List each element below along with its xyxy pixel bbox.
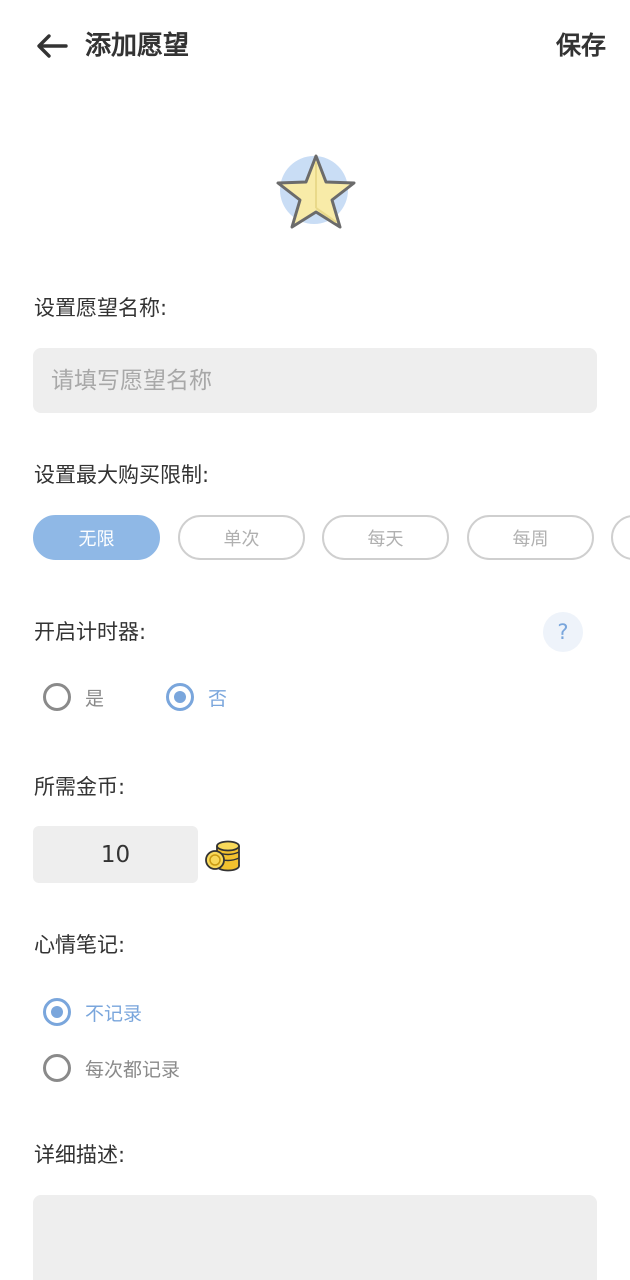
limit-option-unlimited[interactable]: 无限: [33, 515, 160, 560]
coin-label: 所需金币:: [34, 775, 126, 799]
description-input[interactable]: [33, 1195, 597, 1280]
mood-option-always-record[interactable]: 每次都记录: [43, 1054, 180, 1082]
back-button[interactable]: [30, 26, 74, 66]
purchase-limit-label: 设置最大购买限制:: [34, 463, 210, 487]
header-bar: 添加愿望 保存: [0, 0, 630, 96]
mood-note-label: 心情笔记:: [34, 933, 126, 957]
limit-option-daily[interactable]: 每天: [322, 515, 449, 560]
help-icon: ?: [557, 620, 569, 644]
timer-option-yes[interactable]: 是: [43, 683, 104, 711]
limit-option-weekly[interactable]: 每周: [467, 515, 594, 560]
radio-label: 不记录: [85, 1002, 143, 1025]
coin-amount-input[interactable]: [33, 826, 198, 883]
star-icon: [276, 154, 356, 229]
wish-name-input[interactable]: [33, 348, 597, 413]
timer-option-no[interactable]: 否: [166, 683, 227, 711]
wish-icon-picker[interactable]: [270, 148, 362, 236]
radio-circle: [166, 683, 194, 711]
radio-circle: [43, 1054, 71, 1082]
radio-label: 否: [208, 687, 228, 710]
help-button[interactable]: ?: [543, 612, 583, 652]
radio-circle: [43, 683, 71, 711]
radio-label: 每次都记录: [85, 1058, 181, 1081]
page-title: 添加愿望: [85, 31, 190, 61]
arrow-left-icon: [37, 34, 68, 58]
mood-option-no-record[interactable]: 不记录: [43, 998, 142, 1026]
limit-option-once[interactable]: 单次: [178, 515, 305, 560]
description-label: 详细描述:: [34, 1143, 126, 1167]
radio-label: 是: [85, 687, 105, 710]
save-button[interactable]: 保存: [556, 28, 606, 64]
add-wish-page: 添加愿望 保存 设置愿望名称: 设置最大购买限制: 无限 单次 每天 每周 开启…: [0, 0, 630, 1280]
limit-option-more[interactable]: [611, 515, 630, 560]
timer-label: 开启计时器:: [34, 620, 147, 644]
radio-circle: [43, 998, 71, 1026]
wish-name-label: 设置愿望名称:: [34, 296, 168, 320]
coins-icon: [205, 840, 240, 872]
